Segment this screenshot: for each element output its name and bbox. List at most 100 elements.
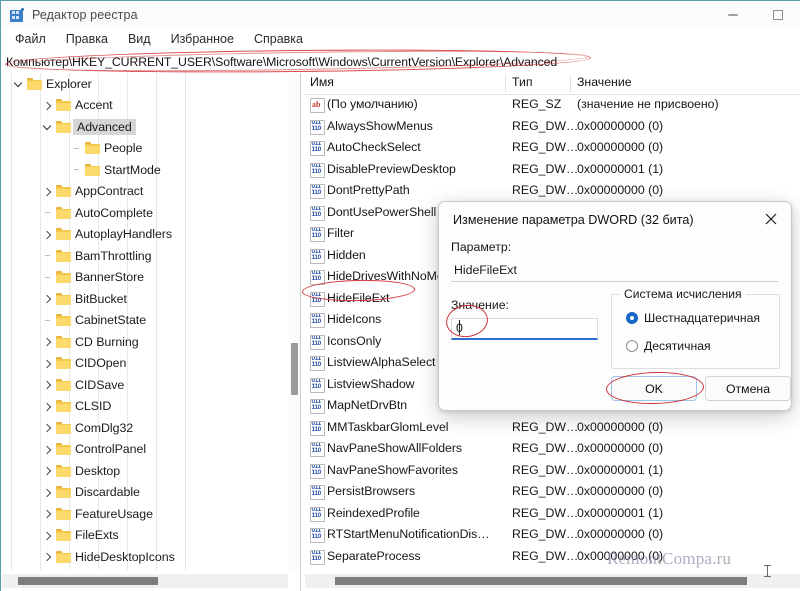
value-type-cell: REG_DW… [512, 183, 579, 197]
chevron-right-icon[interactable] [41, 335, 54, 348]
tree-node-explorer[interactable]: Explorer [2, 73, 288, 95]
radio-decimal[interactable]: Десятичная [626, 339, 711, 353]
tree-node-label: CLSID [75, 399, 112, 414]
tree-node-featureusage[interactable]: FeatureUsage [2, 503, 288, 525]
table-row[interactable]: 011 110 DisablePreviewDesktop REG_DW… 0x0000… [305, 159, 800, 181]
table-row[interactable]: 011 110 RTStartMenuNotificationDis… REG_DW…… [305, 524, 800, 546]
value-name-cell: NavPaneShowAllFolders [327, 441, 462, 455]
tree-node-accent[interactable]: Accent [2, 95, 288, 117]
tree-node-clsid[interactable]: CLSID [2, 396, 288, 418]
value-type-cell: REG_DW… [512, 505, 579, 520]
value-type-cell: REG_DW… [512, 527, 579, 541]
table-row[interactable]: 011 110 ReindexedProfile REG_DW… 0x00000001 … [305, 503, 800, 525]
table-row[interactable]: 011 110 DontPrettyPath REG_DW… 0x00000000 (0… [305, 180, 800, 202]
menu-item-help[interactable]: Справка [245, 30, 312, 48]
menu-item-file[interactable]: Файл [6, 30, 55, 48]
minimize-button[interactable] [710, 2, 755, 27]
tree-node-list: Explorer Accent Advanced People StartMode App… [2, 73, 288, 570]
tree-node-label: BitBucket [75, 291, 127, 306]
screenshot-root: Редактор реестра Файл Правка Вид Избранн… [0, 0, 800, 591]
chevron-right-icon[interactable] [41, 464, 54, 477]
chevron-right-icon[interactable] [41, 185, 54, 198]
chevron-right-icon[interactable] [41, 228, 54, 241]
tree-node-cidsave[interactable]: CIDSave [2, 374, 288, 396]
tree-node-fileexts[interactable]: FileExts [2, 525, 288, 547]
chevron-right-icon[interactable] [41, 99, 54, 112]
tree-node-desktop[interactable]: Desktop [2, 460, 288, 482]
reg-dword-icon: 011 110 [310, 485, 325, 500]
value-name-cell: HideIcons [327, 312, 382, 326]
value-data-cell: 0x00000001 (1) [577, 462, 664, 477]
value-type-cell: REG_DW… [512, 118, 579, 133]
chevron-right-icon[interactable] [41, 357, 54, 370]
column-header-value[interactable]: Значение [577, 75, 632, 89]
value-name-cell: PersistBrowsers [327, 484, 416, 498]
menu-item-view[interactable]: Вид [119, 30, 160, 48]
table-row[interactable]: ab (По умолчанию) REG_SZ (значение не присв… [305, 94, 800, 116]
tree-scrollbar-thumb[interactable] [291, 343, 298, 395]
tree-stub-icon [41, 314, 54, 327]
values-horizontal-scrollbar[interactable] [305, 574, 800, 588]
reg-dword-icon: 011 110 [310, 549, 325, 565]
tree-node-controlpanel[interactable]: ControlPanel [2, 439, 288, 461]
chevron-down-icon[interactable] [12, 77, 25, 90]
tree-vertical-scrollbar[interactable] [289, 73, 300, 570]
tree-node-startmode[interactable]: StartMode [2, 159, 288, 181]
tree-node-cidopen[interactable]: CIDOpen [2, 353, 288, 375]
tree-horizontal-scrollbar[interactable] [2, 574, 288, 588]
tree-node-autoplayhandlers[interactable]: AutoplayHandlers [2, 224, 288, 246]
table-row[interactable]: 011 110 AlwaysShowMenus REG_DW… 0x00000000 (… [305, 116, 800, 138]
tree-node-advanced[interactable]: Advanced [2, 116, 288, 138]
chevron-right-icon[interactable] [41, 292, 54, 305]
tree-node-cd-burning[interactable]: CD Burning [2, 331, 288, 353]
tree-node-cabinetstate[interactable]: CabinetState [2, 310, 288, 332]
chevron-right-icon[interactable] [41, 550, 54, 563]
table-row[interactable]: 011 110 NavPaneShowFavorites REG_DW… 0x00000… [305, 460, 800, 482]
value-name-cell: DisablePreviewDesktop [327, 161, 456, 176]
tree-node-label: AppContract [75, 184, 144, 199]
table-row[interactable]: 011 110 PersistBrowsers REG_DW… 0x00000000 (… [305, 481, 800, 503]
tree-node-bamthrottling[interactable]: BamThrottling [2, 245, 288, 267]
tree-hscrollbar-thumb[interactable] [18, 577, 158, 585]
menu-item-favorites[interactable]: Избранное [162, 30, 243, 48]
tree-node-bannerstore[interactable]: BannerStore [2, 267, 288, 289]
maximize-button[interactable] [755, 2, 800, 27]
chevron-right-icon[interactable] [41, 486, 54, 499]
table-row[interactable]: 011 110 NavPaneShowAllFolders REG_DW… 0x0000… [305, 438, 800, 460]
menu-item-edit[interactable]: Правка [57, 30, 117, 48]
column-header-name[interactable]: Имя [310, 75, 334, 89]
radio-hexadecimal[interactable]: Шестнадцатеричная [626, 311, 760, 325]
tree-node-logonstats[interactable]: LogonStats [2, 568, 288, 571]
tree-node-people[interactable]: People [2, 138, 288, 160]
chevron-right-icon[interactable] [41, 421, 54, 434]
folder-icon [56, 378, 71, 391]
table-row[interactable]: 011 110 AutoCheckSelect REG_DW… 0x00000000 (… [305, 137, 800, 159]
column-header-type[interactable]: Тип [512, 75, 533, 89]
tree-node-label: ControlPanel [75, 442, 147, 457]
tree-node-label: FileExts [75, 528, 119, 543]
values-hscrollbar-thumb[interactable] [335, 577, 747, 585]
chevron-right-icon[interactable] [41, 443, 54, 456]
tree-node-appcontract[interactable]: AppContract [2, 181, 288, 203]
folder-icon [56, 249, 71, 262]
tree-node-bitbucket[interactable]: BitBucket [2, 288, 288, 310]
chevron-right-icon[interactable] [41, 507, 54, 520]
tree-node-label: StartMode [104, 162, 161, 177]
tree-node-discardable[interactable]: Discardable [2, 482, 288, 504]
chevron-down-icon[interactable] [41, 120, 54, 133]
table-row[interactable]: 011 110 MMTaskbarGlomLevel REG_DW… 0x0000000… [305, 417, 800, 439]
chevron-right-icon[interactable] [41, 529, 54, 542]
registry-tree-pane[interactable]: Explorer Accent Advanced People StartMode App… [2, 73, 300, 570]
tree-node-hidedesktopicons[interactable]: HideDesktopIcons [2, 546, 288, 568]
cancel-button[interactable]: Отмена [705, 376, 791, 401]
folder-icon [56, 529, 71, 542]
chevron-right-icon[interactable] [41, 378, 54, 391]
mouse-ibeam-cursor [764, 564, 771, 578]
dialog-close-button[interactable] [751, 202, 791, 236]
tree-node-comdlg32[interactable]: ComDlg32 [2, 417, 288, 439]
folder-icon [56, 271, 71, 284]
chevron-right-icon[interactable] [41, 400, 54, 413]
parameter-name-field[interactable]: HideFileExt [451, 260, 778, 282]
tree-node-autocomplete[interactable]: AutoComplete [2, 202, 288, 224]
reg-dword-icon: 011 110 [310, 506, 325, 522]
